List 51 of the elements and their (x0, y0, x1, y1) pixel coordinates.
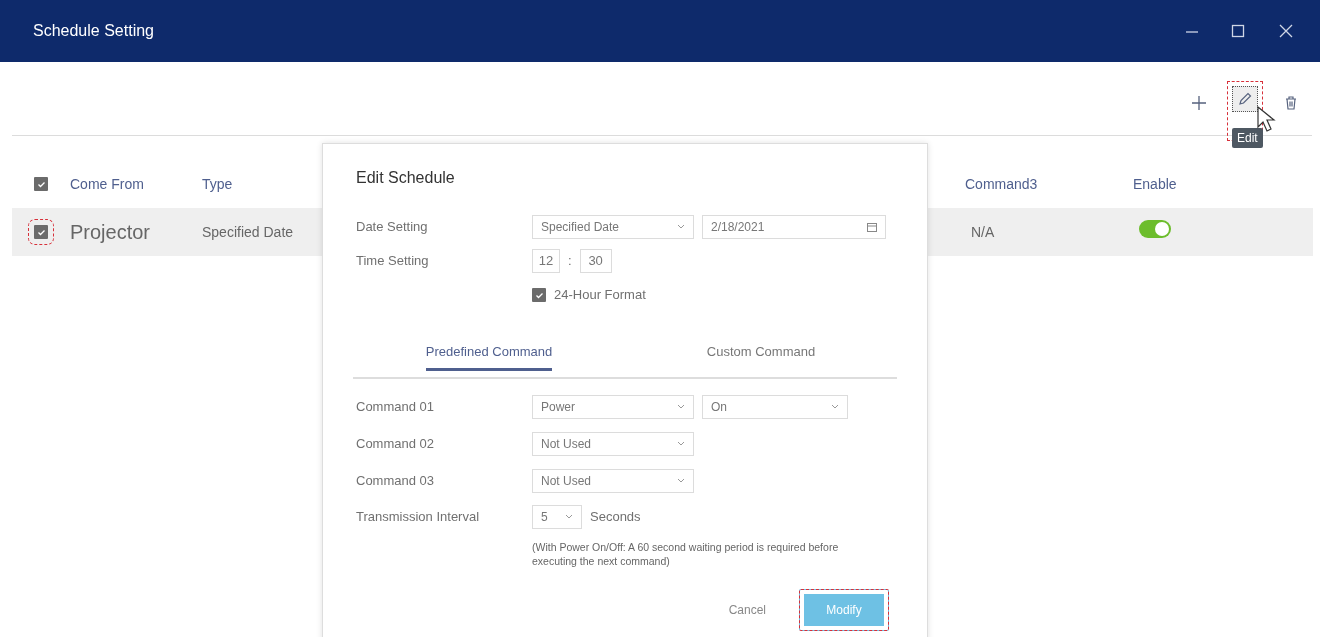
unit-label: Seconds (590, 507, 641, 526)
close-icon (1278, 23, 1294, 40)
maximize-icon (1230, 23, 1246, 40)
field-label: Date Setting (356, 218, 429, 237)
add-icon (1190, 94, 1208, 112)
field-label: Transmission Interval (356, 507, 481, 526)
caret-icon[interactable] (831, 404, 839, 410)
tab[interactable]: Predefined Command (353, 336, 625, 379)
calendar-icon[interactable] (867, 222, 877, 232)
column-header: Come From (70, 176, 144, 192)
dropdown[interactable]: On (702, 395, 848, 419)
dropdown[interactable]: Not Used (532, 432, 694, 456)
checkbox-label: 24-Hour Format (554, 286, 646, 305)
window-title: Schedule Setting (33, 21, 154, 41)
field-label: Command 01 (356, 398, 436, 417)
table-cell: N/A (971, 224, 995, 240)
caret-icon[interactable] (565, 513, 573, 519)
field-label: Command 02 (356, 435, 436, 454)
column-header: Type (202, 176, 233, 192)
column-header: Enable (1133, 176, 1177, 192)
field-label: Command 03 (356, 472, 436, 491)
caret-icon[interactable] (677, 478, 685, 484)
toggle-switch[interactable] (1139, 219, 1171, 238)
table-cell: Specified Date (202, 224, 294, 240)
minimize-icon (1186, 30, 1198, 33)
column-header: Command3 (965, 176, 1038, 192)
caret-icon[interactable] (677, 441, 685, 447)
checkbox[interactable] (532, 288, 546, 302)
pencil-icon (1236, 90, 1254, 108)
dropdown[interactable]: Not Used (532, 469, 694, 493)
checkbox[interactable] (34, 177, 48, 191)
dropdown[interactable]: Specified Date (532, 215, 694, 239)
check-icon (36, 179, 46, 189)
dropdown[interactable]: Power (532, 395, 694, 419)
check-icon (534, 290, 544, 300)
minute-field[interactable]: 30 (579, 249, 612, 273)
tab[interactable]: Custom Command (625, 336, 897, 379)
check-icon (36, 227, 46, 237)
mouse-cursor-icon (1256, 106, 1278, 134)
date-field[interactable]: 2/18/2021 (702, 215, 886, 239)
checkbox[interactable] (34, 225, 48, 239)
tooltip: Edit (1232, 128, 1263, 148)
cancel-button[interactable]: Cancel (711, 593, 783, 626)
edit-button[interactable] (1232, 86, 1258, 112)
table-cell: Projector (70, 221, 151, 243)
note-text: (With Power On/Off: A 60 second waiting period is required before executing the next command) (532, 539, 840, 569)
caret-icon[interactable] (677, 224, 685, 230)
dialog-title: Edit Schedule (356, 168, 456, 188)
caret-icon[interactable] (677, 404, 685, 410)
hour-field[interactable]: 12 (532, 249, 560, 273)
dropdown[interactable]: 5 (532, 504, 582, 529)
